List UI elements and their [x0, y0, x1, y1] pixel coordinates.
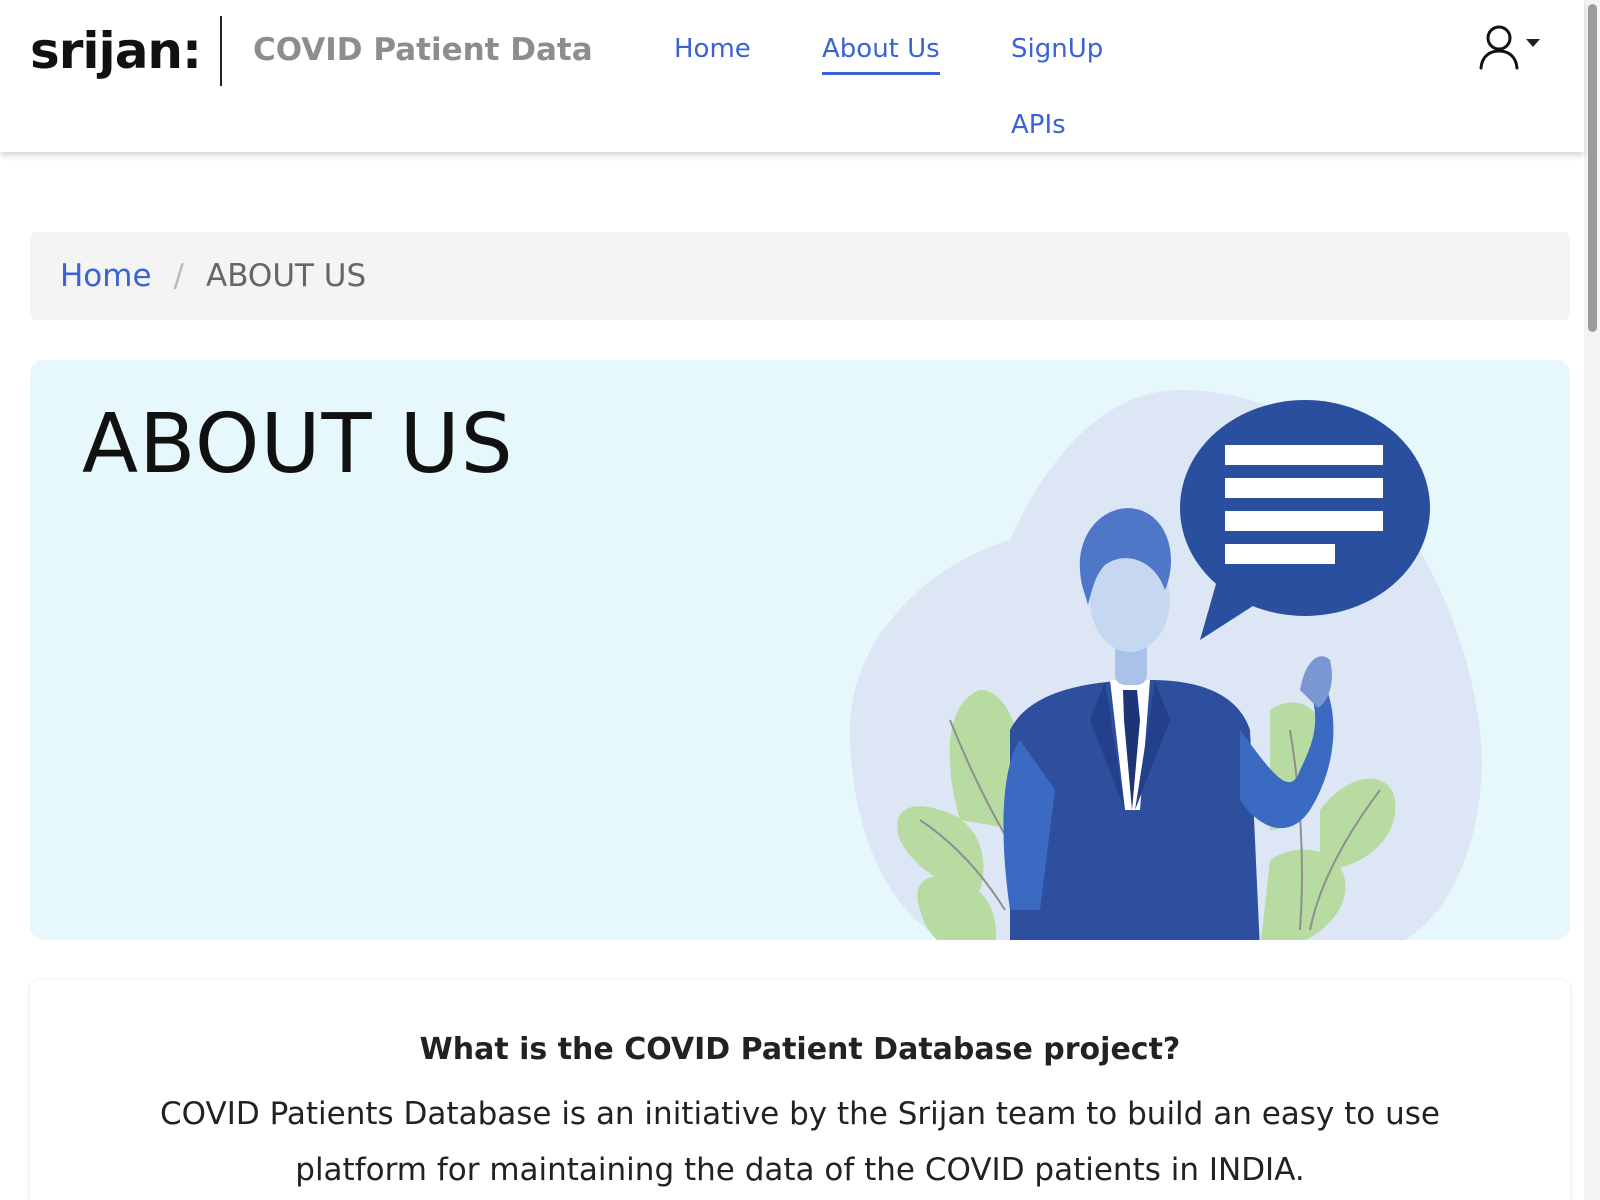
project-info-text: COVID Patients Database is an initiative… — [160, 1096, 1440, 1188]
app-title: COVID Patient Data — [253, 32, 593, 68]
user-menu-dropdown[interactable] — [1478, 22, 1548, 72]
logo-divider — [220, 16, 222, 86]
project-info-heading: What is the COVID Patient Database proje… — [419, 1032, 1181, 1067]
nav-signup-link[interactable]: SignUp — [1011, 36, 1103, 62]
chevron-down-icon — [1526, 39, 1540, 47]
breadcrumb: Home / ABOUT US — [30, 232, 1570, 320]
breadcrumb-home-link[interactable]: Home — [60, 258, 152, 294]
scrollbar-thumb[interactable] — [1588, 4, 1597, 332]
user-icon — [1479, 25, 1519, 70]
about-hero-banner: ABOUT US — [30, 360, 1570, 940]
page-scrollbar[interactable] — [1584, 0, 1600, 1200]
page-title: ABOUT US — [82, 397, 514, 492]
nav-about-link[interactable]: About Us — [822, 36, 940, 75]
top-navbar: srijan: COVID Patient Data Home About Us… — [0, 0, 1584, 152]
businessman-speech-bubble-illustration — [850, 390, 1482, 940]
nav-apis-link[interactable]: APIs — [1011, 112, 1066, 138]
breadcrumb-current: ABOUT US — [206, 258, 367, 294]
srijan-logo[interactable]: srijan: — [30, 14, 202, 88]
breadcrumb-separator: / — [173, 258, 184, 294]
logo-text: srijan: — [30, 22, 202, 80]
nav-home-link[interactable]: Home — [674, 36, 751, 62]
project-info-card: What is the COVID Patient Database proje… — [30, 980, 1570, 1200]
